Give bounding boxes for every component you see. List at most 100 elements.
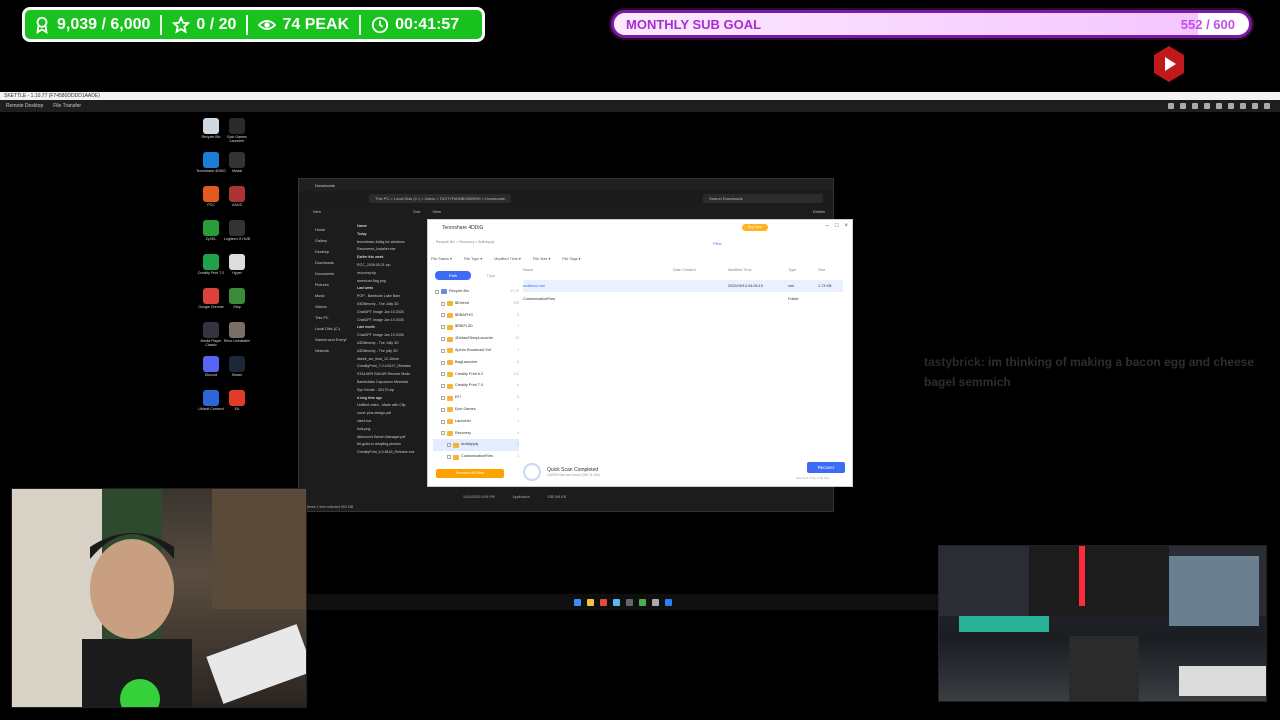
tree-item[interactable]: Creality Print 6.2 412: [433, 369, 519, 381]
search-input[interactable]: Search Downloads: [703, 193, 823, 203]
list-item[interactable]: ChatGPT Image Jan 10 2026: [357, 332, 427, 340]
desktop-icon[interactable]: Steam: [222, 356, 252, 377]
list-item[interactable]: cover plus design.pdf: [357, 410, 427, 418]
new-button[interactable]: New: [313, 209, 321, 214]
tree-item[interactable]: Aperio Broadcast Sof 1: [433, 345, 519, 357]
keyboard-icon[interactable]: [1204, 103, 1210, 109]
list-item[interactable]: POP - Bambuke Lake Bam: [357, 293, 427, 301]
record-icon[interactable]: [1228, 103, 1234, 109]
maximize-icon[interactable]: □: [835, 223, 839, 229]
checkbox[interactable]: [441, 384, 445, 389]
list-item[interactable]: #3DBenchy - The Jolly 3D: [357, 340, 427, 348]
sidebar-item[interactable]: Music: [305, 291, 353, 302]
desktop-icon[interactable]: ASUS: [222, 186, 252, 207]
checkbox[interactable]: [447, 455, 451, 460]
chat-icon[interactable]: [1216, 103, 1222, 109]
display-icon[interactable]: [1180, 103, 1186, 109]
column-header[interactable]: Type: [788, 268, 818, 272]
list-item[interactable]: tbl-guild-lo-restyling-pinokio: [357, 441, 427, 449]
tree-item[interactable]: CustomizationFiles 1: [433, 451, 519, 463]
close-icon[interactable]: ×: [844, 223, 848, 229]
sidebar-item[interactable]: Documents: [305, 269, 353, 280]
mouse-icon[interactable]: [1192, 103, 1198, 109]
sidebar-item[interactable]: Gallery: [305, 236, 353, 247]
sidebar-item[interactable]: Pictures: [305, 280, 353, 291]
fullscreen-icon[interactable]: [1252, 103, 1258, 109]
tab-type[interactable]: Type: [473, 271, 509, 280]
column-header[interactable]: Modified Time: [728, 268, 788, 272]
sidebar-item[interactable]: This PC: [305, 313, 353, 324]
tree-item[interactable]: Launcher 1: [433, 416, 519, 428]
list-item[interactable]: #3DBenchy - The jolly 3D: [357, 348, 427, 356]
tree-item[interactable]: Epic Games 4: [433, 404, 519, 416]
tree-item[interactable]: AuthApply 2: [433, 439, 519, 452]
checkbox[interactable]: [441, 396, 445, 401]
desktop-icon[interactable]: Epic Games Launcher: [222, 118, 252, 143]
sidebar-item[interactable]: Downloads: [305, 258, 353, 269]
filter-dropdown[interactable]: File Tags ▾: [562, 256, 580, 261]
list-item[interactable]: dseek_scr_final_12-16mm: [357, 356, 427, 364]
info-icon[interactable]: [1168, 103, 1174, 109]
filter-dropdown[interactable]: Modified Time ▾: [494, 256, 521, 261]
desktop-icon[interactable]: EA: [222, 390, 252, 411]
steam-icon[interactable]: [613, 598, 620, 606]
checkbox[interactable]: [441, 325, 445, 330]
sidebar-item[interactable]: Desktop: [305, 247, 353, 258]
tree-item[interactable]: Recycle Bin 27.1K: [433, 286, 519, 298]
list-item[interactable]: Untitled video - Made with Clip: [357, 402, 427, 410]
filter-dropdown[interactable]: File Status ▾: [431, 256, 452, 261]
app-icon[interactable]: [652, 598, 659, 606]
list-item[interactable]: RCC_2026.05.21.zip: [357, 262, 427, 270]
tree-item[interactable]: $RBIFL3D 1: [433, 321, 519, 333]
filter-dropdown[interactable]: File Size ▾: [533, 256, 551, 261]
list-item[interactable]: client.lua: [357, 418, 427, 426]
sidebar-item[interactable]: Network: [305, 346, 353, 357]
checkbox[interactable]: [441, 419, 445, 424]
table-row[interactable]: CustomizationFiles Folder: [523, 293, 843, 305]
app-icon[interactable]: [626, 598, 633, 606]
checkbox[interactable]: [441, 431, 445, 436]
sort-button[interactable]: Sort: [413, 209, 420, 214]
list-item[interactable]: ChatGPT Image Jan 10 2026: [357, 317, 427, 325]
list-item[interactable]: american-flag.png: [357, 278, 427, 286]
app-icon[interactable]: [639, 598, 646, 606]
minimize-icon[interactable]: –: [826, 223, 829, 229]
tree-item[interactable]: Recovery 4: [433, 428, 519, 440]
list-item[interactable]: Bambulabs Capuccino Mermaid: [357, 379, 427, 387]
sidebar-item[interactable]: Local Disk (C:): [305, 324, 353, 335]
close-icon[interactable]: [1264, 103, 1270, 109]
tab-file-transfer[interactable]: File Transfer: [53, 103, 81, 109]
checkbox[interactable]: [441, 407, 445, 412]
column-header[interactable]: Date Created: [673, 268, 728, 272]
screenshot-icon[interactable]: [1240, 103, 1246, 109]
list-item[interactable]: recovery.zip: [357, 270, 427, 278]
sidebar-item[interactable]: Games and Everyt: [305, 335, 353, 346]
desktop-icon[interactable]: Logitech G HUB: [222, 220, 252, 241]
list-item[interactable]: Recovered_Installer.exe: [357, 246, 427, 254]
table-row[interactable]: unattend.xml 2025/09/14 04:06:19 xml 1.73 K…: [523, 280, 843, 292]
explorer-tab[interactable]: Downloads: [299, 179, 833, 191]
checkbox[interactable]: [435, 289, 439, 294]
desktop-icon[interactable]: Stop: [222, 288, 252, 309]
column-header[interactable]: Name: [523, 268, 673, 272]
tree-item[interactable]: BagLauncher 5: [433, 357, 519, 369]
list-item[interactable]: Atkinson's Bench Manager.pdf: [357, 434, 427, 442]
sidebar-item[interactable]: Home: [305, 225, 353, 236]
checkbox[interactable]: [441, 313, 445, 318]
checkbox[interactable]: [441, 360, 445, 365]
checkbox[interactable]: [441, 337, 445, 342]
list-item[interactable]: CrealityPrint_7.0.4.8127_Release: [357, 363, 427, 371]
tree-item[interactable]: 4DefaultTempLaunche 12: [433, 333, 519, 345]
desktop-icon[interactable]: Medal: [222, 152, 252, 173]
list-item[interactable]: lock.png: [357, 426, 427, 434]
tree-item[interactable]: Creality Print 7.0 6: [433, 380, 519, 392]
address-path[interactable]: This PC > Local Disk (C:) > Users > TAST…: [369, 193, 511, 203]
start-icon[interactable]: [574, 598, 581, 606]
4ddig-taskbar-icon[interactable]: [665, 598, 672, 606]
checkbox[interactable]: [447, 443, 451, 448]
chrome-icon[interactable]: [600, 598, 607, 606]
buy-now-button[interactable]: Buy Now: [742, 224, 768, 231]
tree-item[interactable]: $RBAFHG 5: [433, 310, 519, 322]
checkbox[interactable]: [441, 372, 445, 377]
tree-item[interactable]: EFI 6: [433, 392, 519, 404]
